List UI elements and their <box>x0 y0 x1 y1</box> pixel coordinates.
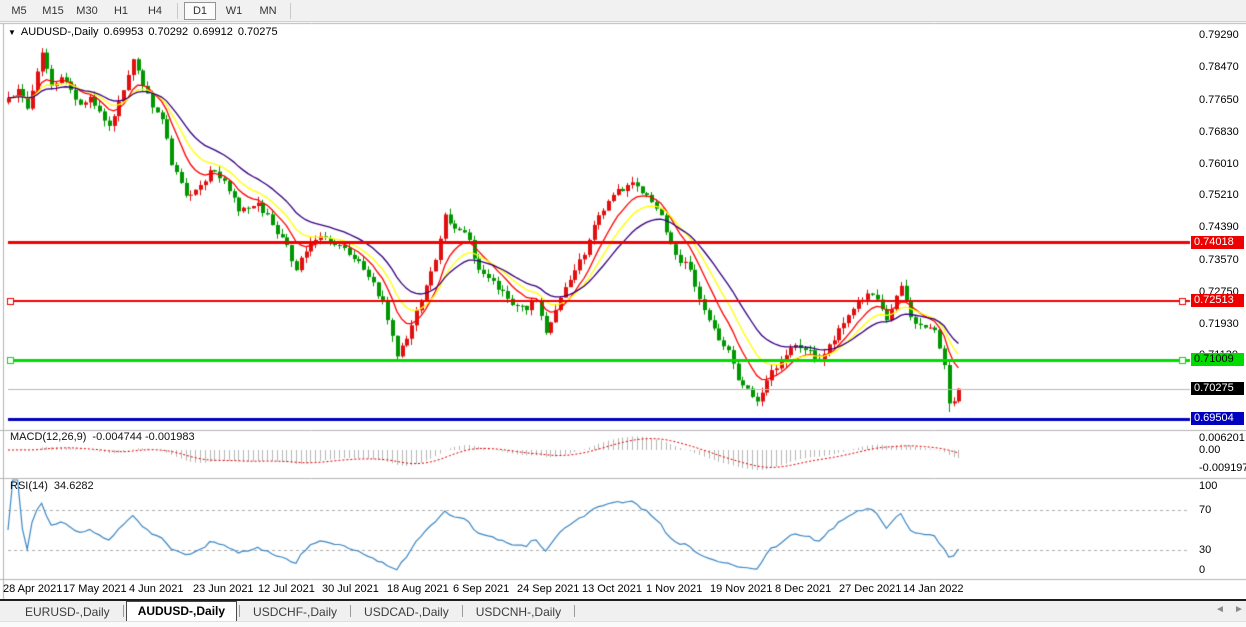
macd-label: MACD(12,26,9) <box>10 431 87 443</box>
tab-separator <box>239 605 241 617</box>
date-axis-label: 13 Oct 2021 <box>582 583 642 595</box>
price-axis-tick: 0.77650 <box>1199 93 1239 106</box>
chart-title: ▼ AUDUSD-,Daily 0.69953 0.70292 0.69912 … <box>8 26 278 38</box>
timeframe-button-h4[interactable]: H4 <box>139 2 171 20</box>
price-badge: 0.71009 <box>1191 353 1244 367</box>
price-axis-tick: 0.73570 <box>1199 253 1239 266</box>
date-axis-label: 18 Aug 2021 <box>387 583 449 595</box>
tab-usdcnh[interactable]: USDCNH-,Daily <box>465 602 572 621</box>
rsi-axis-tick: 30 <box>1199 544 1212 556</box>
date-axis-label: 27 Dec 2021 <box>839 583 902 595</box>
ohlc-high: 0.70292 <box>148 26 189 38</box>
price-axis-tick: 0.71930 <box>1199 317 1239 330</box>
tab-separator <box>574 605 576 617</box>
date-axis-label: 1 Nov 2021 <box>646 583 703 595</box>
price-badge: 0.69504 <box>1191 412 1244 426</box>
price-axis-tick: 0.76010 <box>1199 157 1239 170</box>
macd-axis-tick: -0.009197 <box>1199 461 1246 474</box>
symbol-dropdown-icon[interactable]: ▼ <box>8 28 16 37</box>
ohlc-close: 0.70275 <box>237 26 278 38</box>
date-axis-label: 4 Jun 2021 <box>129 583 184 595</box>
rsi-axis-tick: 0 <box>1199 564 1206 576</box>
date-axis-label: 17 May 2021 <box>63 583 127 595</box>
date-axis-label: 28 Apr 2021 <box>3 583 63 595</box>
mt4-window: M5 M15 M30 H1 H4 D1 W1 MN ▼ AUDUSD-,Daily 0.699… <box>0 0 1246 627</box>
macd-values: -0.004744 -0.001983 <box>92 431 195 443</box>
tab-eurusd[interactable]: EURUSD-,Daily <box>14 602 121 621</box>
date-axis-label: 12 Jul 2021 <box>258 583 315 595</box>
ohlc-open: 0.69953 <box>103 26 144 38</box>
macd-axis-tick: 0.00 <box>1199 444 1221 456</box>
date-axis-label: 23 Jun 2021 <box>193 583 254 595</box>
timeframe-button-w1[interactable]: W1 <box>218 2 250 20</box>
tab-scroll-right-icon[interactable]: ► <box>1234 604 1244 615</box>
price-axis-tick: 0.76830 <box>1199 125 1239 138</box>
tab-usdcad[interactable]: USDCAD-,Daily <box>353 602 460 621</box>
tab-scroll-left-icon[interactable]: ◄ <box>1215 604 1225 615</box>
timeframe-button-m15[interactable]: M15 <box>37 2 69 20</box>
timeframe-button-m5[interactable]: M5 <box>3 2 35 20</box>
macd-axis-tick: 0.006201 <box>1199 431 1245 444</box>
ohlc-low: 0.69912 <box>193 26 233 38</box>
date-axis-label: 6 Sep 2021 <box>453 583 510 595</box>
toolbar-separator <box>177 2 178 19</box>
date-axis-label: 24 Sep 2021 <box>517 583 580 595</box>
price-axis-tick: 0.78470 <box>1199 61 1239 74</box>
macd-label-row: MACD(12,26,9) -0.004744 -0.001983 <box>10 431 195 443</box>
timeframe-button-d1[interactable]: D1 <box>184 1 216 20</box>
date-axis-label: 14 Jan 2022 <box>903 583 964 595</box>
price-badge: 0.70275 <box>1191 382 1244 396</box>
date-axis-label: 30 Jul 2021 <box>322 583 379 595</box>
rsi-axis-tick: 100 <box>1199 480 1218 492</box>
tab-separator <box>461 605 463 617</box>
tab-usdchf[interactable]: USDCHF-,Daily <box>242 602 348 621</box>
rsi-axis-tick: 70 <box>1199 504 1212 516</box>
timeframe-button-m30[interactable]: M30 <box>71 2 103 20</box>
price-chart-canvas[interactable] <box>0 0 1246 627</box>
price-axis-tick: 0.74390 <box>1199 221 1239 234</box>
timeframe-button-mn[interactable]: MN <box>252 2 284 20</box>
chart-tabs: EURUSD-,Daily AUDUSD-,Daily USDCHF-,Daily U… <box>0 601 1246 621</box>
toolbar-separator <box>290 2 291 19</box>
tab-separator <box>350 605 352 617</box>
chart-symbol-label: AUDUSD-,Daily <box>20 26 99 38</box>
timeframe-toolbar: M5 M15 M30 H1 H4 D1 W1 MN <box>0 0 1246 22</box>
rsi-value: 34.6282 <box>53 480 94 492</box>
date-axis-label: 8 Dec 2021 <box>775 583 832 595</box>
price-badge: 0.72513 <box>1191 294 1244 308</box>
date-axis-label: 19 Nov 2021 <box>710 583 773 595</box>
price-badge: 0.74018 <box>1191 235 1244 249</box>
rsi-label-row: RSI(14) 34.6282 <box>10 480 94 492</box>
price-axis-tick: 0.75210 <box>1199 189 1239 202</box>
timeframe-button-h1[interactable]: H1 <box>105 2 137 20</box>
rsi-label: RSI(14) <box>10 480 48 492</box>
price-axis-tick: 0.79290 <box>1199 29 1239 42</box>
tab-audusd[interactable]: AUDUSD-,Daily <box>125 601 238 621</box>
bottom-strip <box>0 621 1246 627</box>
tab-separator <box>122 605 124 617</box>
